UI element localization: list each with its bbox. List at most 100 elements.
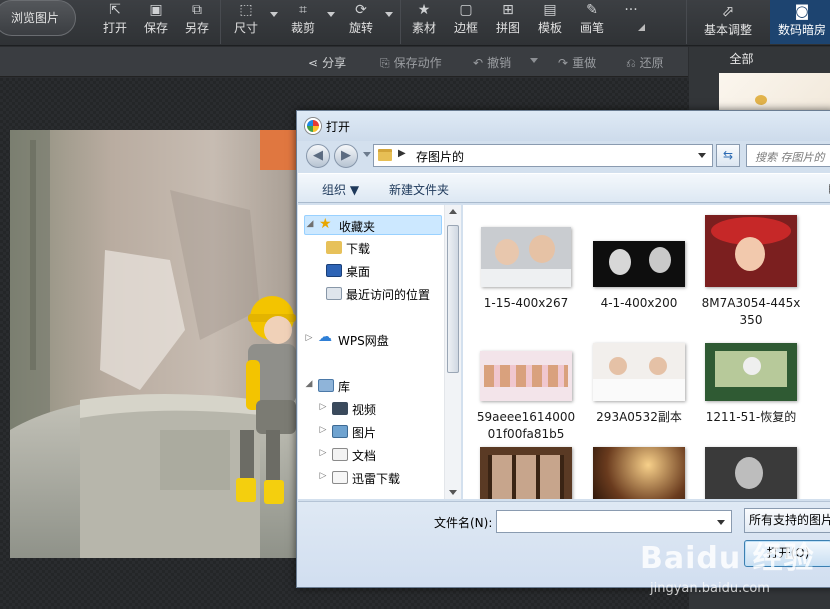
undo-icon: ↶: [473, 56, 484, 70]
back-arrow-icon: ◀: [313, 148, 323, 163]
expand-arrow-icon[interactable]: ▷: [318, 402, 328, 412]
nav-pane-scrollbar[interactable]: [444, 205, 461, 499]
forward-arrow-icon: ▶: [341, 148, 351, 163]
file-item[interactable]: [701, 447, 801, 499]
material-icon: ★: [417, 2, 431, 18]
nav-favorites-label: 收藏夹: [339, 220, 376, 234]
collage-tool-button[interactable]: ⊞ 拼图: [489, 0, 527, 40]
address-row: ◀ ▶ ▶ 存图片的 ⇆ 搜索 存图片的: [297, 141, 830, 171]
brush-icon: ✎: [586, 2, 598, 18]
save-action-button[interactable]: ⎘ 保存动作: [380, 54, 442, 71]
scroll-up-arrow-icon[interactable]: [449, 209, 457, 214]
folder-icon: [378, 149, 392, 161]
filter-all-tab[interactable]: 全部: [689, 47, 794, 71]
file-name: 59aeee161400001f00fa81b5: [476, 410, 576, 441]
crop-tool-button[interactable]: ⌗ 裁剪: [284, 0, 322, 40]
file-thumbnail: [593, 343, 685, 401]
redo-button[interactable]: ↷ 重做: [558, 54, 596, 71]
open-tool-button[interactable]: ⇱ 打开: [96, 0, 134, 40]
tab-digital-darkroom[interactable]: ◙ 数码暗房: [770, 0, 830, 44]
breadcrumb-arrow-icon[interactable]: ▶: [398, 148, 406, 159]
rotate-tool-button[interactable]: ⟳ 旋转: [342, 0, 380, 40]
action-bar: ⋖ 分享 ⎘ 保存动作 ↶ 撤销 ↷ 重做 ⎌ 还原: [0, 47, 688, 77]
save-as-icon: ⧉: [192, 2, 202, 18]
frame-tool-button[interactable]: ▢ 边框: [447, 0, 485, 40]
toolbar-divider: [686, 0, 687, 44]
restore-button[interactable]: ⎌ 还原: [626, 54, 664, 71]
filename-input[interactable]: [496, 510, 732, 533]
search-input[interactable]: 搜索 存图片的: [746, 144, 830, 167]
brush-tool-button[interactable]: ✎ 画笔: [573, 0, 611, 40]
toolbar-divider: [220, 0, 221, 44]
more-corner-icon: [638, 24, 645, 31]
save-as-tool-label: 另存: [184, 21, 209, 35]
save-tool-button[interactable]: ▣ 保存: [137, 0, 175, 40]
share-button[interactable]: ⋖ 分享: [308, 54, 346, 71]
save-as-tool-button[interactable]: ⧉ 另存: [178, 0, 216, 40]
rotate-dropdown-caret[interactable]: [385, 12, 393, 17]
file-item[interactable]: 8M7A3054-445x350: [701, 215, 801, 335]
open-tool-label: 打开: [102, 21, 127, 35]
expand-arrow-icon[interactable]: ▷: [318, 448, 328, 458]
redo-icon: ↷: [558, 56, 569, 70]
collapse-arrow-icon[interactable]: ◢: [305, 219, 315, 229]
dialog-titlebar[interactable]: 打开: [297, 111, 830, 141]
recent-locations-caret[interactable]: [363, 152, 371, 157]
filename-dropdown-caret[interactable]: [717, 520, 725, 525]
file-item[interactable]: 59aeee161400001f00fa81b5: [476, 337, 576, 457]
file-item[interactable]: 1211-51-恢复的: [701, 337, 801, 457]
material-tool-button[interactable]: ★ 素材: [405, 0, 443, 40]
more-tools-button[interactable]: ···: [612, 0, 650, 40]
file-item[interactable]: 1-15-400x267: [476, 227, 576, 347]
file-name: 4-1-400x200: [600, 296, 678, 310]
resize-tool-button[interactable]: ⬚ 尺寸: [227, 0, 265, 40]
expand-arrow-icon[interactable]: ▷: [318, 425, 328, 435]
command-bar: 组织 ▼ 新建文件夹 ▤: [298, 173, 830, 203]
downloads-folder-icon: [326, 241, 342, 254]
file-item[interactable]: 293A0532副本: [589, 337, 689, 457]
expand-arrow-icon[interactable]: ▷: [304, 333, 314, 343]
back-button[interactable]: ◀: [306, 144, 330, 168]
library-icon: [318, 379, 334, 392]
resize-icon: ⬚: [239, 2, 253, 18]
address-dropdown-caret[interactable]: [698, 153, 706, 158]
file-item[interactable]: 4-1-400x200: [589, 227, 689, 347]
tab-basic-adjust[interactable]: ⬀ 基本调整: [694, 0, 762, 44]
file-list-pane: 1-15-400x267 4-1-400x200 8M7A3054-445x35…: [463, 205, 830, 499]
adjust-icon: ⬀: [721, 2, 735, 20]
material-tool-label: 素材: [411, 21, 436, 35]
expand-arrow-icon[interactable]: ▷: [318, 471, 328, 481]
file-item[interactable]: [476, 447, 576, 499]
file-type-filter-select[interactable]: 所有支持的图片: [744, 508, 830, 533]
nav-documents-label: 文档: [352, 449, 377, 463]
file-item[interactable]: [589, 447, 689, 499]
file-name: 1-15-400x267: [483, 296, 569, 310]
forward-button[interactable]: ▶: [334, 144, 358, 168]
rotate-icon: ⟳: [355, 2, 367, 18]
tab-dark-label: 数码暗房: [777, 23, 826, 37]
dialog-title: 打开: [326, 120, 351, 134]
search-placeholder: 搜索 存图片的: [755, 151, 825, 164]
resize-dropdown-caret[interactable]: [270, 12, 278, 17]
template-tool-button[interactable]: ▤ 模板: [531, 0, 569, 40]
filename-label: 文件名(N):: [434, 516, 493, 530]
nav-favorites[interactable]: ◢ ★ 收藏夹: [304, 215, 442, 235]
file-thumbnail: [705, 215, 797, 287]
scroll-down-arrow-icon[interactable]: [449, 490, 457, 495]
crop-dropdown-caret[interactable]: [327, 12, 335, 17]
new-folder-button[interactable]: 新建文件夹: [389, 181, 449, 198]
scrollbar-thumb[interactable]: [447, 225, 459, 373]
rotate-tool-label: 旋转: [348, 21, 373, 35]
organize-button[interactable]: 组织 ▼: [322, 181, 359, 198]
nav-wps-label: WPS网盘: [338, 334, 389, 348]
file-name: 1211-51-恢复的: [705, 410, 797, 424]
undo-dropdown-caret[interactable]: [530, 58, 538, 63]
browse-images-button[interactable]: 浏览图片: [0, 0, 76, 36]
brush-tool-label: 画笔: [579, 21, 604, 35]
undo-button[interactable]: ↶ 撤销: [473, 54, 511, 71]
refresh-button[interactable]: ⇆: [716, 144, 740, 167]
open-button[interactable]: 打开(O): [744, 540, 830, 567]
address-bar[interactable]: ▶ 存图片的: [373, 144, 713, 167]
breadcrumb-current-folder[interactable]: 存图片的: [416, 148, 464, 165]
collapse-arrow-icon[interactable]: ◢: [304, 379, 314, 389]
